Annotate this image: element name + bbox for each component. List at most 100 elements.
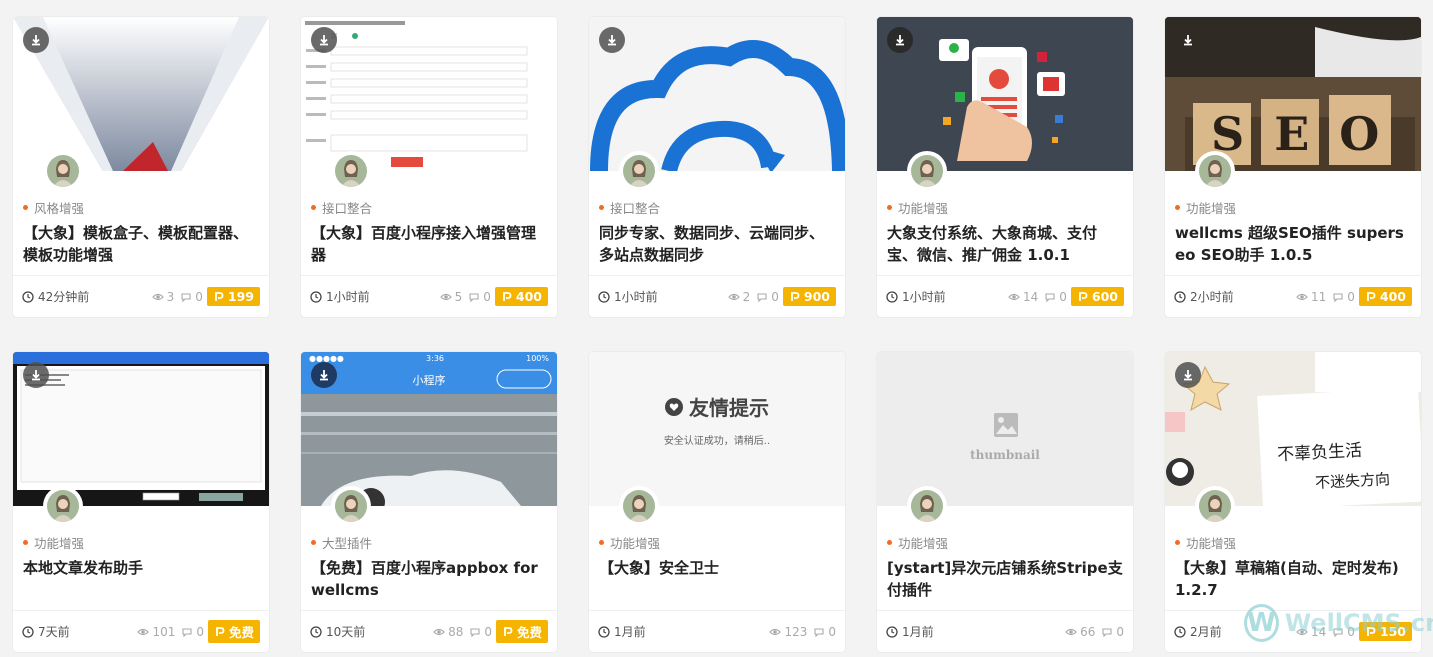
card-title[interactable]: 本地文章发布助手 bbox=[23, 557, 259, 579]
price-badge[interactable]: 150 bbox=[1358, 622, 1412, 641]
price-badge[interactable]: 400 bbox=[494, 287, 548, 306]
price-badge[interactable]: 免费 bbox=[207, 620, 260, 643]
coin-icon bbox=[1367, 291, 1376, 301]
avatar[interactable] bbox=[43, 486, 83, 526]
eye-icon bbox=[1296, 628, 1308, 635]
coin-icon bbox=[503, 291, 512, 301]
clock-icon bbox=[598, 290, 610, 303]
avatar[interactable] bbox=[331, 151, 371, 191]
plugin-card[interactable]: 风格增强 【大象】模板盒子、模板配置器、模板功能增强 42分钟前 3 0 199 bbox=[13, 17, 269, 317]
card-title[interactable]: [ystart]异次元店铺系统Stripe支付插件 bbox=[887, 557, 1123, 601]
comment-icon bbox=[181, 292, 191, 302]
view-count: 14 bbox=[1022, 289, 1039, 304]
notice-title: 友情提示 bbox=[689, 396, 769, 420]
download-icon[interactable] bbox=[1175, 362, 1201, 388]
plugin-card[interactable]: SEO 功能增强 wellcms 超级SEO插件 superseo SEO助手 … bbox=[1165, 17, 1421, 317]
download-icon[interactable] bbox=[599, 27, 625, 53]
price-badge[interactable]: 400 bbox=[1358, 287, 1412, 306]
avatar[interactable] bbox=[1195, 151, 1235, 191]
card-footer: 7天前 101 0 免费 bbox=[13, 610, 269, 652]
view-count: 5 bbox=[454, 289, 463, 304]
category-label[interactable]: 接口整合 bbox=[311, 198, 372, 217]
card-thumbnail[interactable] bbox=[589, 17, 845, 171]
status-battery: 100% bbox=[526, 354, 549, 363]
category-label[interactable]: 功能增强 bbox=[887, 533, 948, 552]
view-count: 11 bbox=[1310, 289, 1327, 304]
category-dot bbox=[23, 205, 28, 210]
avatar[interactable] bbox=[907, 151, 947, 191]
card-title[interactable]: 大象支付系统、大象商城、支付宝、微信、推广佣金 1.0.1 bbox=[887, 222, 1123, 266]
category-label[interactable]: 功能增强 bbox=[23, 533, 84, 552]
avatar[interactable] bbox=[619, 486, 659, 526]
category-label[interactable]: 功能增强 bbox=[1175, 198, 1236, 217]
clock-icon bbox=[598, 625, 610, 638]
plugin-card[interactable]: 功能增强 大象支付系统、大象商城、支付宝、微信、推广佣金 1.0.1 1小时前 … bbox=[877, 17, 1133, 317]
card-thumbnail[interactable]: 友情提示 安全认证成功，请稍后.. bbox=[589, 352, 845, 506]
comment-count: 0 bbox=[1347, 624, 1355, 639]
card-title[interactable]: 【大象】百度小程序接入增强管理器 bbox=[311, 222, 547, 266]
comment-icon bbox=[182, 627, 192, 637]
card-thumbnail[interactable] bbox=[13, 17, 269, 171]
card-thumbnail[interactable] bbox=[13, 352, 269, 506]
card-title[interactable]: 【免费】百度小程序appbox for wellcms bbox=[311, 557, 547, 601]
plugin-card[interactable]: 接口整合 同步专家、数据同步、云端同步、多站点数据同步 1小时前 2 0 900 bbox=[589, 17, 845, 317]
plugin-card[interactable]: thumbnail 功能增强 [ystart]异次元店铺系统Stripe支付插件… bbox=[877, 352, 1133, 652]
avatar[interactable] bbox=[619, 151, 659, 191]
plugin-card[interactable]: 功能增强 本地文章发布助手 7天前 101 0 免费 bbox=[13, 352, 269, 652]
card-thumbnail[interactable] bbox=[877, 17, 1133, 171]
plugin-card[interactable]: 友情提示 安全认证成功，请稍后.. 功能增强 【大象】安全卫士 1月前 123 … bbox=[589, 352, 845, 652]
category-label[interactable]: 接口整合 bbox=[599, 198, 660, 217]
card-title[interactable]: wellcms 超级SEO插件 superseo SEO助手 1.0.5 bbox=[1175, 222, 1411, 266]
download-icon[interactable] bbox=[311, 362, 337, 388]
card-title[interactable]: 【大象】草稿箱(自动、定时发布) 1.2.7 bbox=[1175, 557, 1411, 601]
post-time: 7天前 bbox=[38, 625, 70, 639]
category-label[interactable]: 功能增强 bbox=[599, 533, 660, 552]
comment-icon bbox=[1102, 627, 1112, 637]
category-label[interactable]: 功能增强 bbox=[887, 198, 948, 217]
category-label[interactable]: 大型插件 bbox=[311, 533, 372, 552]
note-line-2: 不迷失方向 bbox=[1314, 470, 1391, 492]
plugin-card[interactable]: ●●●●● 3:36 100% 小程序 大型插件 【免费】百度小程序appbox… bbox=[301, 352, 557, 652]
mobile-pay-art bbox=[877, 17, 1133, 161]
download-icon[interactable] bbox=[1175, 27, 1201, 53]
image-placeholder-icon bbox=[994, 413, 1018, 437]
avatar[interactable] bbox=[331, 486, 371, 526]
category-label[interactable]: 功能增强 bbox=[1175, 533, 1236, 552]
card-thumbnail[interactable] bbox=[301, 17, 557, 171]
desktop-app-art bbox=[13, 352, 269, 506]
price-badge[interactable]: 600 bbox=[1070, 287, 1124, 306]
download-icon[interactable] bbox=[887, 27, 913, 53]
clock-icon bbox=[1174, 290, 1186, 303]
post-time: 1月前 bbox=[902, 625, 934, 639]
price-badge[interactable]: 900 bbox=[782, 287, 836, 306]
category-label[interactable]: 风格增强 bbox=[23, 198, 84, 217]
comment-icon bbox=[469, 292, 479, 302]
miniapp-title: 小程序 bbox=[412, 374, 446, 387]
card-title[interactable]: 【大象】模板盒子、模板配置器、模板功能增强 bbox=[23, 222, 259, 266]
thumbnail-art bbox=[13, 17, 269, 171]
post-time: 2月前 bbox=[1190, 625, 1222, 639]
price-badge[interactable]: 199 bbox=[206, 287, 260, 306]
card-thumbnail[interactable]: ●●●●● 3:36 100% 小程序 bbox=[301, 352, 557, 506]
price-badge[interactable]: 免费 bbox=[495, 620, 548, 643]
card-title[interactable]: 【大象】安全卫士 bbox=[599, 557, 835, 579]
plugin-card[interactable]: 接口整合 【大象】百度小程序接入增强管理器 1小时前 5 0 400 bbox=[301, 17, 557, 317]
eye-icon bbox=[137, 628, 150, 635]
avatar[interactable] bbox=[43, 151, 83, 191]
card-thumbnail[interactable]: SEO bbox=[1165, 17, 1421, 171]
category-dot bbox=[311, 540, 316, 545]
comment-count: 0 bbox=[483, 289, 491, 304]
card-thumbnail[interactable]: thumbnail bbox=[877, 352, 1133, 506]
avatar[interactable] bbox=[1195, 486, 1235, 526]
download-icon[interactable] bbox=[311, 27, 337, 53]
download-icon[interactable] bbox=[23, 362, 49, 388]
plugin-card[interactable]: 不辜负生活 不迷失方向 功能增强 【大象】草稿箱(自动、定时发布) 1.2.7 … bbox=[1165, 352, 1421, 652]
eye-icon bbox=[1008, 293, 1020, 300]
view-count: 101 bbox=[152, 624, 176, 639]
category-dot bbox=[887, 205, 892, 210]
card-title[interactable]: 同步专家、数据同步、云端同步、多站点数据同步 bbox=[599, 222, 835, 266]
download-icon[interactable] bbox=[23, 27, 49, 53]
card-thumbnail[interactable]: 不辜负生活 不迷失方向 bbox=[1165, 352, 1421, 506]
avatar[interactable] bbox=[907, 486, 947, 526]
category-dot bbox=[599, 205, 604, 210]
